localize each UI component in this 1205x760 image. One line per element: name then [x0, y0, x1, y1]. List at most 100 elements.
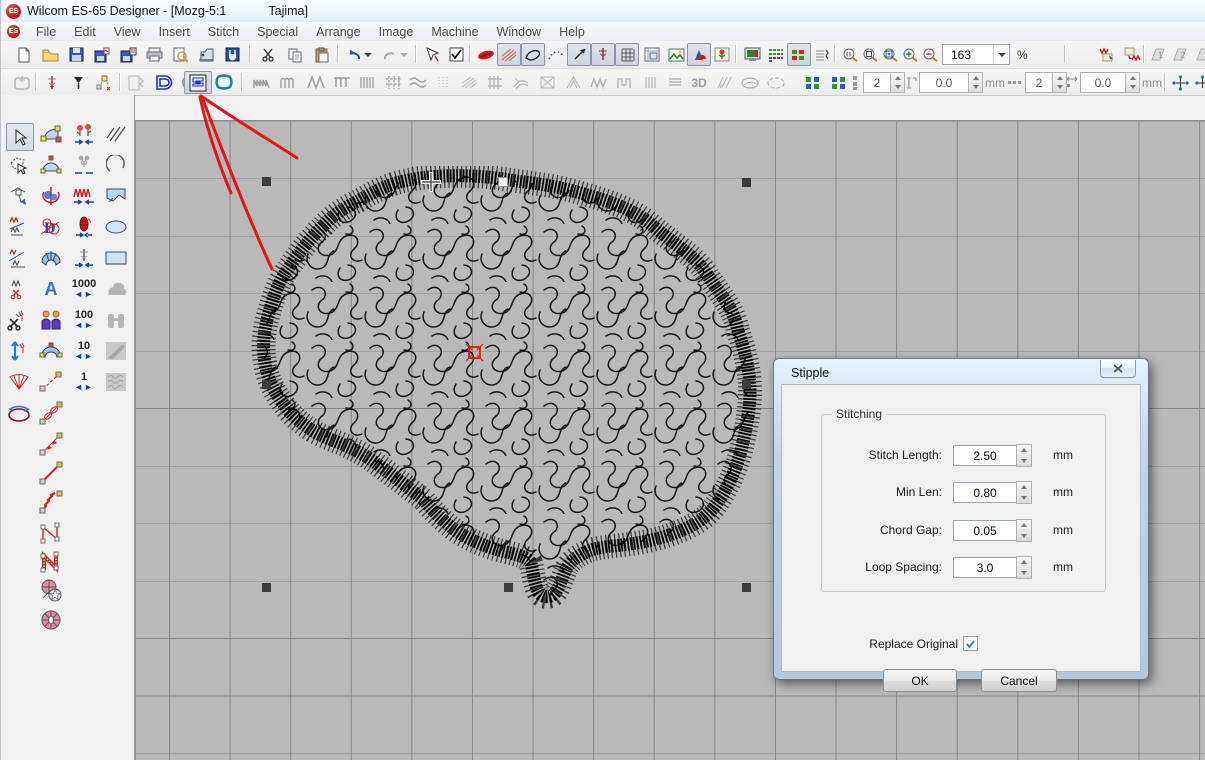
ok-button[interactable]: OK [883, 669, 957, 692]
stitch-edit-tool[interactable] [6, 214, 32, 240]
loop-spacing-field[interactable]: 3.0 [953, 557, 1017, 578]
menu-view[interactable]: View [105, 23, 150, 41]
open-folder-icon[interactable] [39, 44, 61, 65]
connect-machine-icon[interactable] [221, 44, 243, 65]
ring-shape-icon[interactable] [213, 72, 235, 93]
menu-image[interactable]: Image [370, 23, 423, 41]
chord-gap-field[interactable]: 0.05 [953, 520, 1017, 541]
print-icon[interactable] [143, 44, 165, 65]
menu-edit[interactable]: Edit [65, 23, 105, 41]
center-anchor-tool[interactable] [38, 183, 64, 209]
scale-100-tool[interactable]: 100◄► [71, 307, 97, 333]
menu-machine[interactable]: Machine [422, 23, 487, 41]
travel-end-icon[interactable] [1121, 44, 1143, 65]
selection-handle-top-mid[interactable] [498, 177, 508, 187]
mirror-oval-tool[interactable] [6, 400, 32, 426]
scale-1-tool[interactable]: 1◄► [71, 369, 97, 395]
ellipse-tool[interactable] [103, 214, 129, 240]
copy-icon[interactable] [284, 44, 306, 65]
fancy-fill-icon[interactable] [497, 43, 521, 66]
selection-handle-mid-left[interactable] [262, 380, 271, 389]
paste-icon[interactable] [311, 44, 333, 65]
stitch-length-spinner[interactable] [1016, 444, 1032, 467]
object-properties-icon[interactable] [445, 44, 467, 65]
menu-insert[interactable]: Insert [150, 23, 199, 41]
selection-handle-bottom-right[interactable] [742, 583, 751, 592]
zoom-combo-dropdown-icon[interactable] [993, 45, 1009, 64]
reshape-object-tool[interactable] [38, 121, 64, 147]
needle-red-icon[interactable] [41, 72, 63, 93]
slant-stitch-tool[interactable] [6, 245, 32, 271]
count2-field[interactable]: 2 [1025, 72, 1053, 93]
print-preview-icon[interactable] [169, 44, 191, 65]
replace-original-checkbox[interactable] [963, 636, 978, 651]
menu-file[interactable]: File [27, 23, 65, 41]
min-len-spinner[interactable] [1016, 481, 1032, 504]
scissors-needle-tool[interactable] [6, 307, 32, 333]
stitch-scissors-tool[interactable] [6, 276, 32, 302]
dotted-curve-icon[interactable] [545, 44, 567, 65]
cancel-button[interactable]: Cancel [981, 669, 1057, 692]
dashed-node-tool[interactable] [38, 369, 64, 395]
contour-fill-icon[interactable] [153, 72, 175, 93]
arrow-run-tool[interactable] [38, 431, 64, 457]
background-picture-icon[interactable] [665, 44, 687, 65]
center-marker-1-icon[interactable] [1169, 72, 1191, 93]
stitch-list-icon[interactable] [811, 44, 833, 65]
send-to-machine-icon[interactable] [195, 44, 217, 65]
embroidery-design-brain[interactable] [248, 166, 768, 616]
circle-star-tool[interactable] [38, 578, 64, 604]
center-marker-2-icon[interactable] [1191, 72, 1205, 93]
zoom-box-icon[interactable] [859, 44, 881, 65]
grid-toggle-icon[interactable] [615, 43, 639, 66]
manual-stitch-tool[interactable] [71, 183, 97, 209]
flag-shape-tool[interactable] [103, 183, 129, 209]
column-shape-tool[interactable] [71, 214, 97, 240]
stitch-length-field[interactable]: 2.50 [953, 445, 1017, 466]
monitor-preview-icon[interactable] [741, 44, 763, 65]
outline-shape-icon[interactable] [521, 43, 545, 66]
n-filled-tool[interactable] [38, 549, 64, 575]
new-document-icon[interactable] [13, 44, 35, 65]
redo-dropdown-icon[interactable] [397, 44, 411, 65]
cap-shape-tool[interactable] [38, 338, 64, 364]
letter-circles-tool[interactable]: D [38, 214, 64, 240]
chain-link-tool[interactable] [38, 400, 64, 426]
color-film-icon[interactable] [787, 43, 811, 66]
reshape-dome-tool[interactable] [38, 152, 64, 178]
selection-handle-bottom-left[interactable] [262, 583, 271, 592]
offset1-spinner[interactable] [968, 72, 983, 93]
loop-spacing-spinner[interactable] [1016, 556, 1032, 579]
penetration-needle-tool[interactable] [71, 245, 97, 271]
polygon-select-tool[interactable] [6, 152, 32, 178]
menu-special[interactable]: Special [248, 23, 307, 41]
zoom-1to1-icon[interactable] [839, 44, 861, 65]
offset2-field[interactable]: 0.0 [1080, 72, 1126, 93]
arrow-tool-icon[interactable] [567, 43, 591, 66]
pointer-stitch-icon[interactable] [421, 44, 443, 65]
chord-gap-spinner[interactable] [1016, 519, 1032, 542]
rectangle-tool[interactable] [103, 245, 129, 271]
align-quad-1-icon[interactable] [801, 72, 823, 93]
menu-stitch[interactable]: Stitch [199, 23, 248, 41]
overlap-shapes-icon[interactable] [687, 43, 711, 66]
n-open-tool[interactable] [38, 520, 64, 546]
mirror-flowers-gray-tool[interactable] [71, 152, 97, 178]
zoom-out-icon[interactable] [919, 44, 941, 65]
save-icon[interactable] [65, 44, 87, 65]
zoom-level-combo[interactable]: 163 [942, 44, 1010, 65]
mirror-flowers-tool[interactable] [71, 121, 97, 147]
min-len-field[interactable]: 0.80 [953, 482, 1017, 503]
arc-tool[interactable] [103, 152, 129, 178]
needle-black-icon[interactable] [67, 72, 89, 93]
hoop-ruler-icon[interactable] [641, 44, 663, 65]
straight-run-tool[interactable] [38, 460, 64, 486]
node-edit-icon[interactable] [93, 72, 115, 93]
selection-handle-bottom-mid[interactable] [504, 583, 513, 592]
scale-10-tool[interactable]: 10◄► [71, 338, 97, 364]
measure-tool[interactable] [6, 183, 32, 209]
parallel-lines-tool[interactable] [103, 121, 129, 147]
selection-handle-top-left[interactable] [262, 177, 271, 186]
fan-shape-tool[interactable] [6, 369, 32, 395]
needle-penetration-icon[interactable] [591, 43, 615, 66]
